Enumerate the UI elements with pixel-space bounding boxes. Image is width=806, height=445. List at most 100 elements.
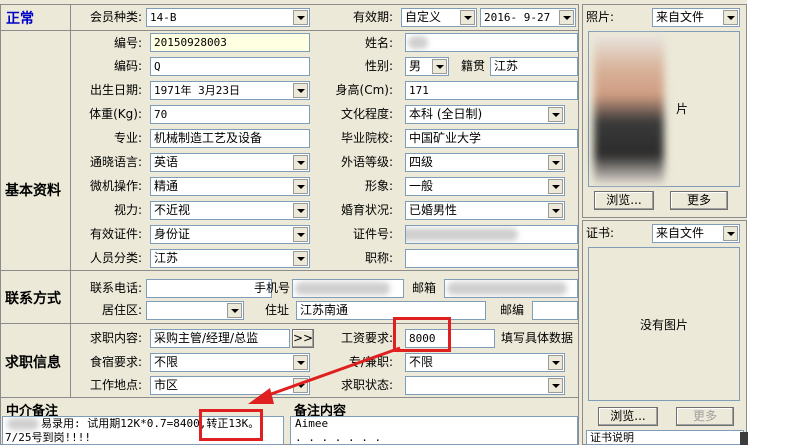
school-label: 毕业院校:: [340, 131, 393, 145]
photo-more-button[interactable]: 更多: [670, 191, 728, 210]
idtype-select[interactable]: 身份证: [150, 225, 310, 244]
category-value: 江苏: [154, 251, 179, 265]
name-label: 姓名:: [364, 36, 393, 50]
look-label: 形象:: [364, 179, 393, 193]
weight-field[interactable]: 70: [150, 105, 310, 124]
address-label: 住址: [264, 303, 289, 317]
member-type-select[interactable]: 14-B: [146, 8, 310, 27]
chevron-down-icon[interactable]: [460, 10, 475, 25]
parttime-value: 不限: [409, 355, 434, 369]
height-field[interactable]: 171: [405, 81, 578, 100]
pc-select[interactable]: 精通: [150, 177, 310, 196]
member-type-label: 会员种类:: [89, 10, 142, 24]
idno-field[interactable]: [405, 225, 578, 244]
native-label: 籍贯: [460, 59, 485, 73]
marriage-select[interactable]: 已婚男性: [405, 201, 565, 220]
major-field[interactable]: 机械制造工艺及设备: [150, 129, 310, 148]
gender-value: 男: [409, 59, 422, 73]
validity-date-value: 2016- 9-27: [484, 11, 551, 24]
area-select[interactable]: [146, 301, 244, 320]
photo-image: [594, 36, 664, 184]
title-field[interactable]: [405, 249, 578, 268]
code-field[interactable]: Q: [150, 57, 310, 76]
jobstatus-select[interactable]: [405, 376, 565, 395]
no-field[interactable]: 20150928003: [150, 33, 310, 52]
cert-source-select[interactable]: 来自文件: [652, 224, 740, 243]
gender-label: 性别:: [364, 59, 393, 73]
chevron-down-icon[interactable]: [548, 203, 563, 218]
scroll-strip: [747, 0, 806, 445]
cert-browse-button[interactable]: 浏览...: [598, 407, 658, 426]
parttime-select[interactable]: 不限: [405, 353, 565, 372]
idtype-label: 有效证件:: [89, 227, 142, 241]
chevron-down-icon[interactable]: [548, 155, 563, 170]
marriage-value: 已婚男性: [409, 203, 458, 217]
birth-date-picker[interactable]: 1971年 3月23日: [150, 81, 310, 100]
redacted-email: [447, 282, 567, 295]
salary-hint: 填写具体数据: [500, 331, 573, 345]
native-field[interactable]: 江苏: [490, 57, 578, 76]
title-label: 职称:: [364, 251, 393, 265]
chevron-down-icon[interactable]: [723, 10, 738, 25]
name-field[interactable]: [405, 33, 578, 52]
pc-label: 微机操作:: [89, 179, 142, 193]
chevron-down-icon[interactable]: [293, 179, 308, 194]
chevron-down-icon[interactable]: [293, 251, 308, 266]
code-label: 编码:: [113, 59, 142, 73]
chevron-down-icon[interactable]: [293, 83, 308, 98]
chevron-down-icon[interactable]: [548, 355, 563, 370]
chevron-down-icon[interactable]: [548, 179, 563, 194]
photo-browse-button[interactable]: 浏览...: [594, 191, 654, 210]
chevron-down-icon[interactable]: [548, 378, 563, 393]
cert-desc-field[interactable]: 证书说明: [586, 430, 744, 445]
lang-select[interactable]: 英语: [150, 153, 310, 172]
mobile-field[interactable]: [292, 279, 404, 298]
address-field[interactable]: 江苏南通: [296, 301, 486, 320]
email-field[interactable]: [444, 279, 578, 298]
zip-label: 邮编: [499, 303, 524, 317]
chevron-down-icon[interactable]: [227, 303, 242, 318]
weight-label: 体重(Kg):: [89, 107, 142, 121]
look-select[interactable]: 一般: [405, 177, 565, 196]
vision-label: 视力:: [113, 203, 142, 217]
divider: [0, 30, 579, 31]
major-label: 专业:: [113, 131, 142, 145]
zip-field[interactable]: [532, 301, 578, 320]
school-field[interactable]: 中国矿业大学: [405, 129, 578, 148]
photo-overlay-text: 片: [676, 102, 689, 116]
phone-label: 联系电话:: [89, 281, 142, 295]
section-job-title: 求职信息: [5, 355, 61, 371]
validity-date-picker[interactable]: 2016- 9-27: [480, 8, 576, 27]
cert-label: 证书:: [586, 226, 615, 240]
chevron-down-icon[interactable]: [432, 59, 447, 74]
validity-label: 有效期:: [352, 10, 393, 24]
birth-value: 1971年 3月23日: [154, 84, 240, 97]
gender-select[interactable]: 男: [405, 57, 449, 76]
photo-source-value: 来自文件: [656, 10, 705, 24]
validity-select[interactable]: 自定义: [401, 8, 477, 27]
category-label: 人员分类:: [89, 251, 142, 265]
mobile-label: 手机号: [253, 281, 290, 295]
chevron-down-icon[interactable]: [559, 10, 574, 25]
chevron-down-icon[interactable]: [293, 155, 308, 170]
category-select[interactable]: 江苏: [150, 249, 310, 268]
cert-more-button[interactable]: 更多: [676, 407, 734, 426]
member-type-value: 14-B: [150, 11, 177, 24]
cert-desc-label: 证书说明: [590, 431, 634, 444]
annotation-arrow: [248, 346, 401, 404]
foreign-select[interactable]: 四级: [405, 153, 565, 172]
chevron-down-icon[interactable]: [723, 226, 738, 241]
chevron-down-icon[interactable]: [293, 203, 308, 218]
job-content-label: 求职内容:: [89, 331, 142, 345]
look-value: 一般: [409, 179, 434, 193]
chevron-down-icon[interactable]: [293, 10, 308, 25]
edu-select[interactable]: 本科 (全日制): [405, 105, 565, 124]
place-value: 市区: [154, 378, 179, 392]
vision-select[interactable]: 不近视: [150, 201, 310, 220]
chevron-down-icon[interactable]: [548, 107, 563, 122]
email-label: 邮箱: [411, 281, 436, 295]
note-line2: . . . . . . .: [295, 431, 382, 444]
chevron-down-icon[interactable]: [293, 227, 308, 242]
notes-textarea[interactable]: Aimee . . . . . . .: [290, 416, 578, 445]
photo-source-select[interactable]: 来自文件: [652, 8, 740, 27]
